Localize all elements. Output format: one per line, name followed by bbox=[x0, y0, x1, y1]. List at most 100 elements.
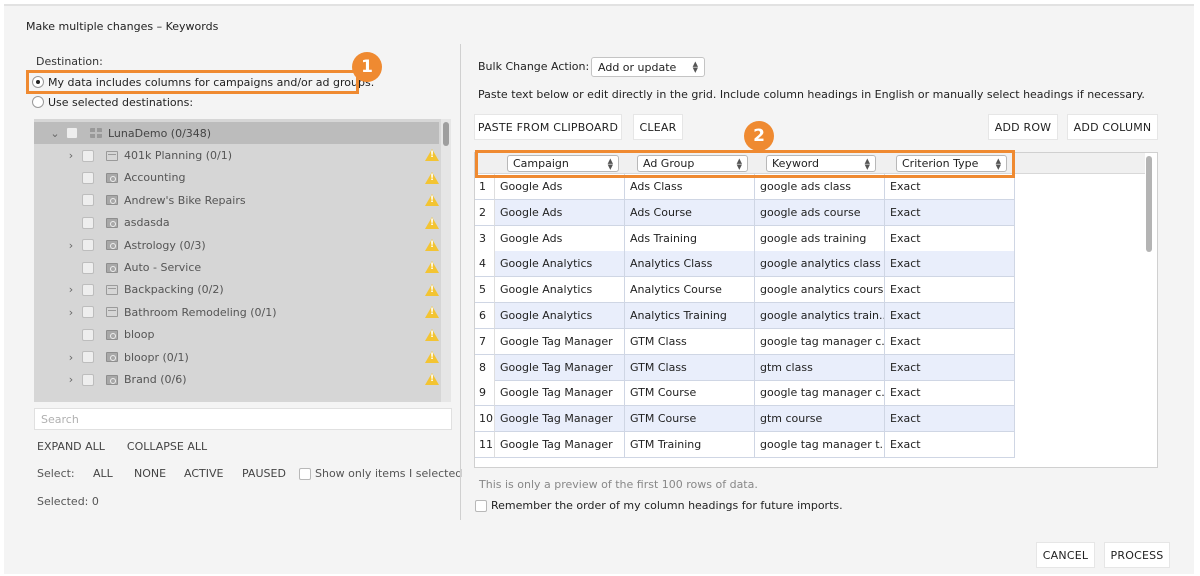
tree-item-checkbox[interactable] bbox=[82, 149, 94, 162]
table-cell[interactable]: GTM Training bbox=[625, 432, 755, 458]
table-cell[interactable]: GTM Class bbox=[625, 328, 755, 355]
table-cell[interactable]: Exact bbox=[885, 354, 1015, 381]
tree-item[interactable]: Andrew's Bike Repairs bbox=[34, 189, 439, 211]
table-cell[interactable]: Exact bbox=[885, 303, 1015, 329]
data-grid[interactable]: Campaign ▲ ▼ Ad Group ▲ ▼ Keyword ▲ ▼ Criterion T… bbox=[474, 152, 1158, 468]
tree-item-checkbox[interactable] bbox=[82, 351, 94, 364]
grid-scrollbar-thumb[interactable] bbox=[1146, 156, 1152, 252]
table-cell[interactable]: google tag manager c... bbox=[755, 328, 885, 355]
select-all-link[interactable]: ALL bbox=[93, 467, 113, 480]
table-cell[interactable]: GTM Class bbox=[625, 354, 755, 381]
table-cell[interactable]: Exact bbox=[885, 225, 1015, 252]
tree-item-checkbox[interactable] bbox=[82, 194, 94, 207]
table-cell[interactable]: Google Ads bbox=[495, 225, 625, 252]
table-cell[interactable]: GTM Course bbox=[625, 380, 755, 407]
remember-order-checkbox[interactable] bbox=[475, 499, 487, 512]
table-cell[interactable]: Google Tag Manager bbox=[495, 406, 625, 433]
tree-item-checkbox[interactable] bbox=[82, 328, 94, 341]
paste-from-clipboard-button[interactable]: PASTE FROM CLIPBOARD bbox=[474, 114, 622, 140]
callout-badge-1: 1 bbox=[352, 52, 382, 82]
radio-unselected-icon[interactable] bbox=[32, 96, 44, 108]
table-cell[interactable]: google analytics class bbox=[755, 251, 885, 278]
tree-item[interactable]: › Brand (0/6) bbox=[34, 368, 439, 390]
collapse-all-link[interactable]: COLLAPSE ALL bbox=[127, 440, 207, 453]
table-cell[interactable]: Ads Course bbox=[625, 199, 755, 226]
table-cell[interactable]: google ads training bbox=[755, 225, 885, 252]
table-cell[interactable]: Google Analytics bbox=[495, 303, 625, 329]
table-cell[interactable]: google analytics course bbox=[755, 277, 885, 304]
tree-item-checkbox[interactable] bbox=[82, 171, 94, 184]
table-cell[interactable]: google ads course bbox=[755, 199, 885, 226]
tree-scrollbar-thumb[interactable] bbox=[443, 122, 449, 146]
table-cell[interactable]: Analytics Training bbox=[625, 303, 755, 329]
add-row-button[interactable]: ADD ROW bbox=[988, 114, 1058, 140]
tree-item[interactable]: bloop bbox=[34, 324, 439, 346]
cancel-button[interactable]: CANCEL bbox=[1036, 542, 1095, 568]
table-cell[interactable]: Exact bbox=[885, 277, 1015, 304]
show-only-selected-option[interactable]: Show only items I selected bbox=[299, 467, 462, 480]
radio-selected-destinations-label: Use selected destinations: bbox=[48, 95, 194, 109]
chevron-right-icon[interactable]: › bbox=[66, 149, 76, 162]
table-cell[interactable]: gtm class bbox=[755, 354, 885, 381]
select-none-link[interactable]: NONE bbox=[134, 467, 166, 480]
table-cell[interactable]: Analytics Course bbox=[625, 277, 755, 304]
table-cell[interactable]: Google Tag Manager bbox=[495, 432, 625, 458]
expand-all-link[interactable]: EXPAND ALL bbox=[37, 440, 105, 453]
chevron-right-icon[interactable]: › bbox=[66, 373, 76, 386]
tree-item-checkbox[interactable] bbox=[66, 127, 78, 140]
tree-item[interactable]: Accounting bbox=[34, 167, 439, 189]
table-cell[interactable]: Analytics Class bbox=[625, 251, 755, 278]
chevron-right-icon[interactable]: › bbox=[66, 306, 76, 319]
table-cell[interactable]: Google Ads bbox=[495, 199, 625, 226]
tree-item-checkbox[interactable] bbox=[82, 373, 94, 386]
table-cell[interactable]: GTM Course bbox=[625, 406, 755, 433]
tree-item[interactable]: › bloopr (0/1) bbox=[34, 346, 439, 368]
chevron-right-icon[interactable]: › bbox=[66, 239, 76, 252]
tree-item[interactable]: Auto - Service bbox=[34, 256, 439, 278]
tree-scrollbar[interactable] bbox=[441, 119, 451, 402]
table-cell[interactable]: Ads Training bbox=[625, 225, 755, 252]
radio-selected-destinations-option[interactable]: Use selected destinations: bbox=[32, 93, 193, 111]
table-cell[interactable]: Exact bbox=[885, 199, 1015, 226]
warning-icon bbox=[425, 239, 439, 251]
table-cell[interactable]: Google Tag Manager bbox=[495, 328, 625, 355]
chevron-down-icon[interactable]: ⌄ bbox=[50, 127, 60, 140]
table-cell[interactable]: Google Analytics bbox=[495, 251, 625, 278]
tree-item-checkbox[interactable] bbox=[82, 261, 94, 274]
clear-button[interactable]: CLEAR bbox=[633, 114, 683, 140]
select-paused-link[interactable]: PAUSED bbox=[242, 467, 286, 480]
remember-order-option[interactable]: Remember the order of my column headings… bbox=[475, 499, 843, 512]
tree-item-checkbox[interactable] bbox=[82, 283, 94, 296]
select-updown-icon: ▲ ▼ bbox=[692, 60, 698, 74]
add-column-button[interactable]: ADD COLUMN bbox=[1067, 114, 1158, 140]
table-cell[interactable]: Exact bbox=[885, 432, 1015, 458]
tree-item[interactable]: › Astrology (0/3) bbox=[34, 234, 439, 256]
tree-item-checkbox[interactable] bbox=[82, 306, 94, 319]
tree-search-input[interactable] bbox=[34, 408, 452, 430]
tree-item[interactable]: › 401k Planning (0/1) bbox=[34, 144, 439, 166]
table-cell[interactable]: Google Tag Manager bbox=[495, 380, 625, 407]
table-cell[interactable]: google tag manager t... bbox=[755, 432, 885, 458]
table-cell[interactable]: google tag manager c... bbox=[755, 380, 885, 407]
campaign-icon bbox=[106, 307, 118, 318]
bulk-change-action-select[interactable]: Add or update ▲ ▼ bbox=[591, 57, 705, 77]
process-button[interactable]: PROCESS bbox=[1104, 542, 1170, 568]
table-cell[interactable]: Exact bbox=[885, 328, 1015, 355]
table-cell[interactable]: gtm course bbox=[755, 406, 885, 433]
table-cell[interactable]: Google Analytics bbox=[495, 277, 625, 304]
show-only-selected-checkbox[interactable] bbox=[299, 467, 311, 480]
tree-item[interactable]: › Backpacking (0/2) bbox=[34, 279, 439, 301]
table-cell[interactable]: Exact bbox=[885, 380, 1015, 407]
chevron-right-icon[interactable]: › bbox=[66, 283, 76, 296]
table-cell[interactable]: Exact bbox=[885, 251, 1015, 278]
chevron-right-icon[interactable]: › bbox=[66, 351, 76, 364]
tree-root-account[interactable]: ⌄ LunaDemo (0/348) bbox=[34, 122, 439, 145]
table-cell[interactable]: Exact bbox=[885, 406, 1015, 433]
tree-item[interactable]: asdasda bbox=[34, 212, 439, 234]
tree-item-checkbox[interactable] bbox=[82, 239, 94, 252]
tree-item[interactable]: › Bathroom Remodeling (0/1) bbox=[34, 301, 439, 323]
select-active-link[interactable]: ACTIVE bbox=[184, 467, 223, 480]
table-cell[interactable]: Google Tag Manager bbox=[495, 354, 625, 381]
tree-item-checkbox[interactable] bbox=[82, 216, 94, 229]
table-cell[interactable]: google analytics train... bbox=[755, 303, 885, 329]
